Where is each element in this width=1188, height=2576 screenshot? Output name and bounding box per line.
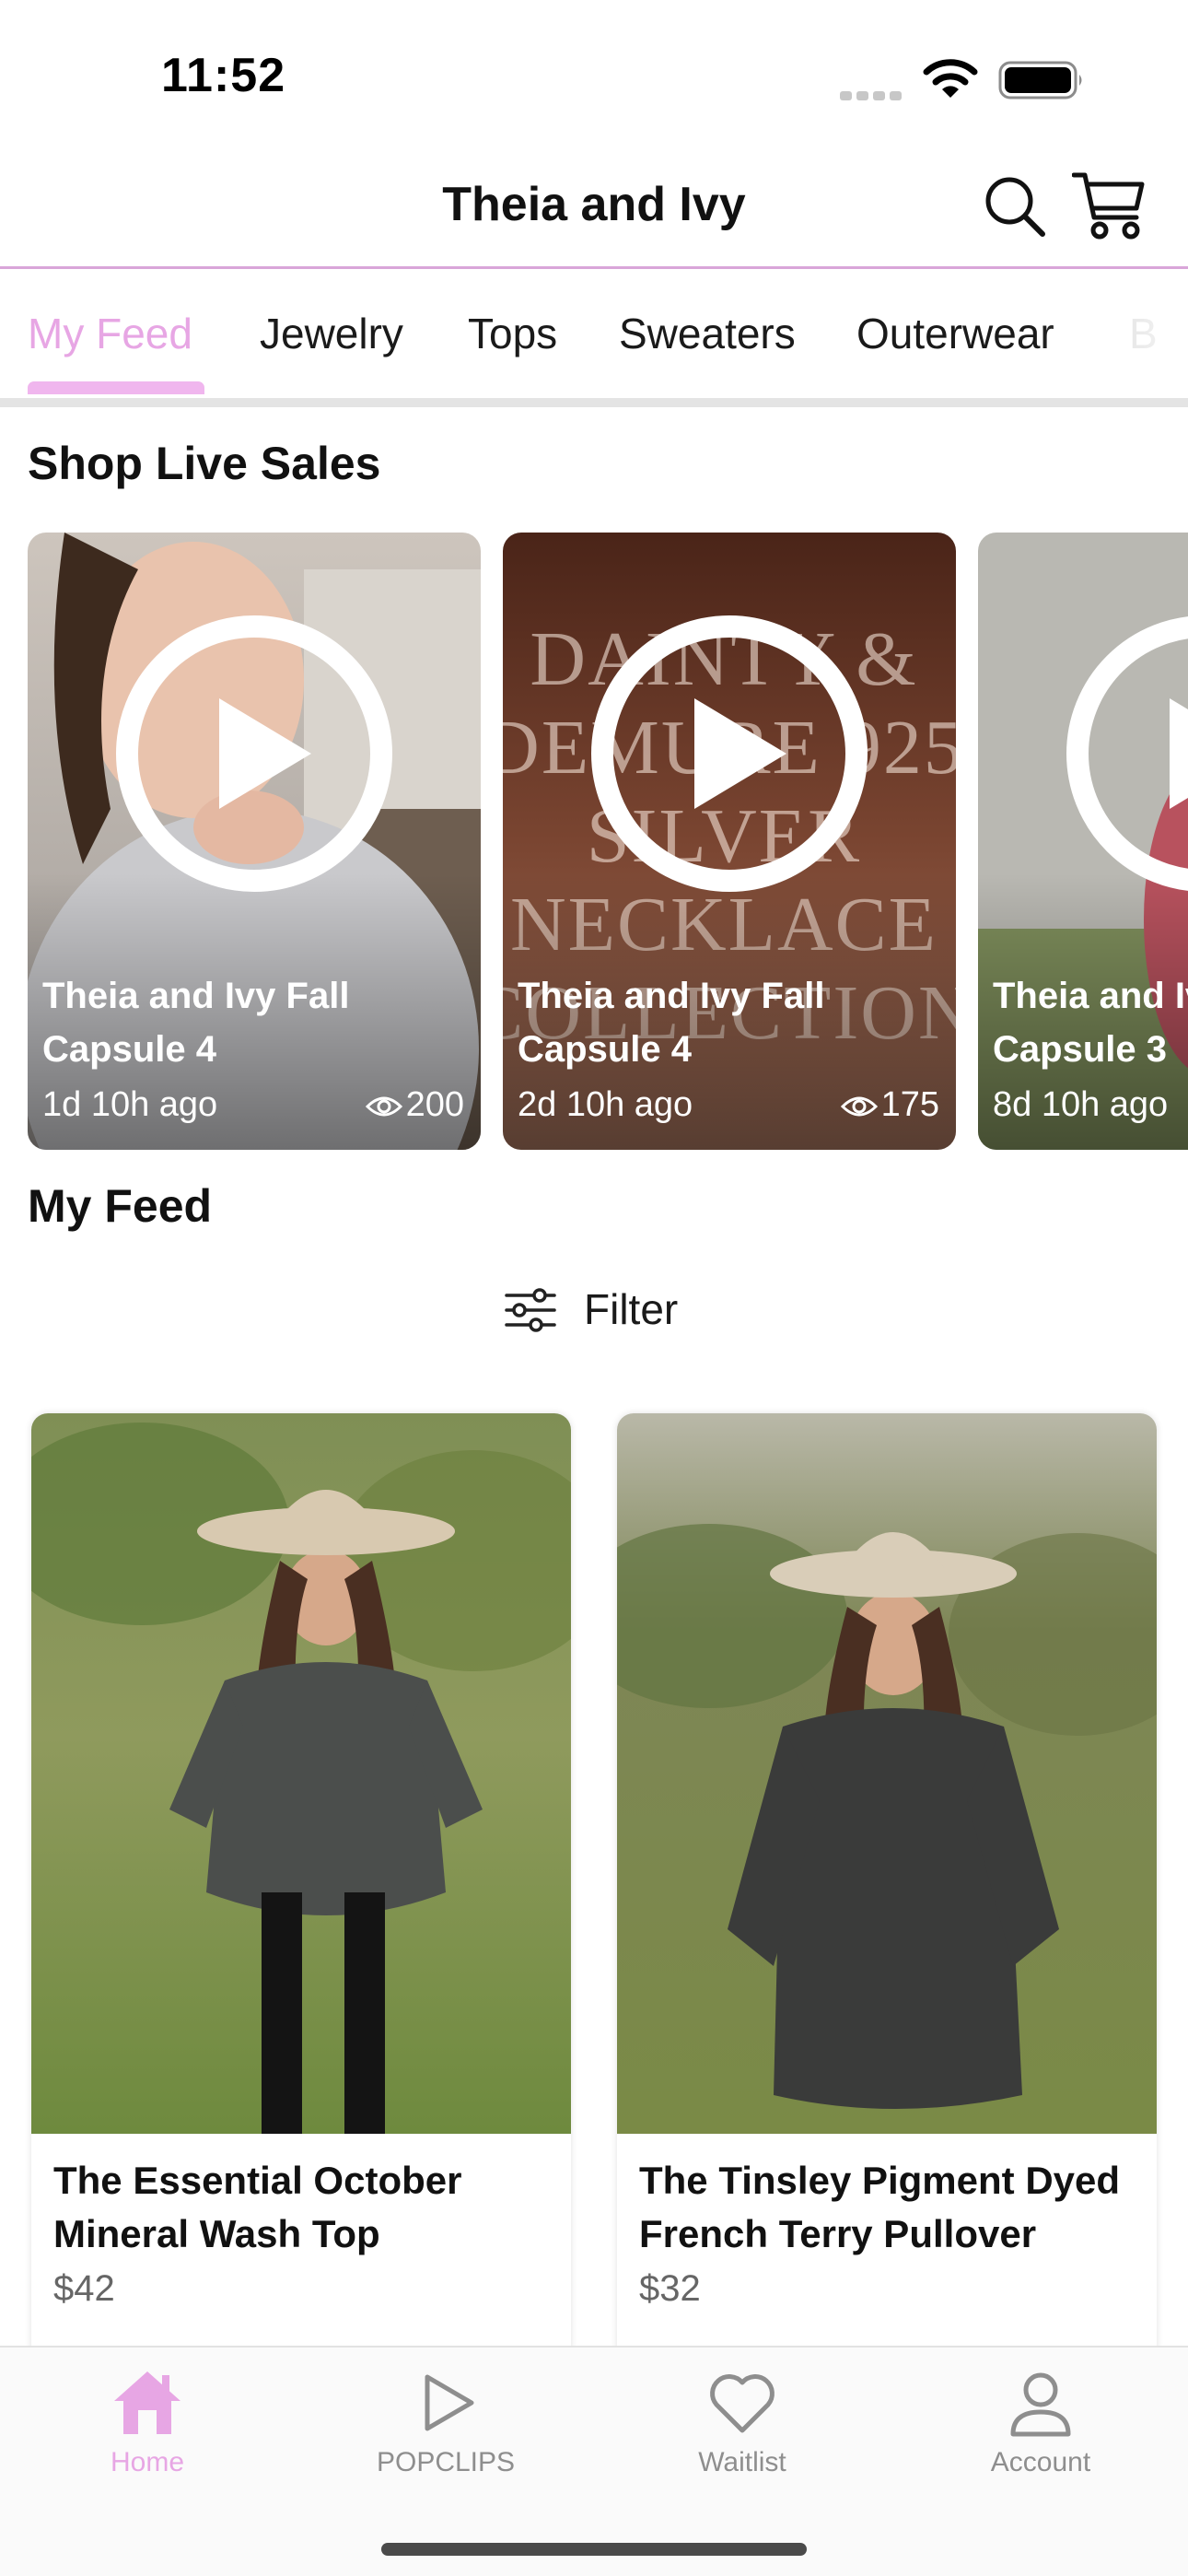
feed-section-title: My Feed (28, 1180, 213, 1232)
live-card-title: Theia and Ivy Fall Capsule 4 (518, 976, 825, 1070)
play-icon[interactable] (591, 615, 868, 892)
nav-label: Waitlist (698, 2447, 786, 2477)
play-icon[interactable] (1066, 615, 1188, 892)
live-card-age: 2d 10h ago (518, 1085, 693, 1124)
nav-waitlist[interactable]: Waitlist (632, 2366, 853, 2478)
product-card[interactable]: The Tinsley Pigment Dyed French Terry Pu… (617, 1413, 1157, 2362)
live-card-age: 1d 10h ago (42, 1085, 218, 1124)
tabs-divider (0, 398, 1188, 407)
play-icon[interactable] (116, 615, 392, 892)
tab-jewelry[interactable]: Jewelry (260, 306, 403, 361)
nav-popclips[interactable]: POPCLIPS (335, 2366, 556, 2478)
product-price: $32 (639, 2268, 701, 2309)
status-time: 11:52 (161, 49, 286, 102)
filter-label: Filter (584, 1285, 679, 1333)
category-tabs: My Feed Jewelry Tops Sweaters Outerwear … (0, 269, 1188, 398)
person-icon (1010, 2372, 1071, 2437)
live-card-view-count: 175 (880, 1085, 939, 1124)
live-sales-carousel[interactable]: Theia and Ivy Fall Capsule 4 1d 10h ago … (0, 533, 1188, 1152)
tab-my-feed[interactable]: My Feed (28, 306, 192, 361)
nav-label: POPCLIPS (376, 2447, 516, 2477)
live-card-title: Theia and Ivy Fall Capsule 4 (42, 976, 350, 1070)
live-card[interactable]: DAINTY & DEMURE 925 SILVER NECKLACE COLL… (503, 533, 956, 1150)
eye-icon (365, 1096, 402, 1117)
nav-home[interactable]: Home (37, 2366, 258, 2478)
product-image (31, 1413, 571, 2134)
tab-sweaters[interactable]: Sweaters (619, 306, 796, 361)
live-card-view-count: 200 (405, 1085, 464, 1124)
play-outline-icon (425, 2374, 474, 2431)
product-name: The Essential October Mineral Wash Top (53, 2159, 462, 2255)
status-bar: 11:52 (0, 0, 1188, 138)
product-image (617, 1413, 1157, 2134)
product-name: The Tinsley Pigment Dyed French Terry Pu… (639, 2159, 1121, 2255)
live-section-title: Shop Live Sales (28, 438, 381, 489)
sliders-icon (505, 1288, 556, 1332)
search-icon[interactable] (984, 175, 1046, 238)
product-card[interactable]: The Essential October Mineral Wash Top $… (31, 1413, 571, 2362)
live-card[interactable]: Theia and Ivy Fall Capsule 4 1d 10h ago … (28, 533, 481, 1150)
tabs-fade (1041, 269, 1188, 389)
live-card-views: 175 (840, 1085, 939, 1125)
wifi-icon (923, 59, 978, 98)
home-indicator[interactable] (381, 2543, 807, 2556)
live-card[interactable]: Theia and Ivy Fall Capsule 3 8d 10h ago (978, 533, 1188, 1150)
nav-label: Home (110, 2447, 185, 2477)
home-icon (114, 2371, 181, 2434)
nav-account[interactable]: Account (930, 2366, 1151, 2478)
cellular-signal-icon (840, 88, 906, 105)
live-card-title: Theia and Ivy Fall Capsule 3 (993, 976, 1188, 1070)
product-price: $42 (53, 2268, 115, 2309)
nav-label: Account (990, 2447, 1091, 2477)
active-tab-indicator (28, 381, 204, 394)
live-card-age: 8d 10h ago (993, 1085, 1169, 1124)
tab-outerwear[interactable]: Outerwear (856, 306, 1054, 361)
heart-icon (710, 2374, 775, 2433)
cart-icon[interactable] (1072, 170, 1146, 241)
tab-tops[interactable]: Tops (468, 306, 557, 361)
bottom-navigation: Home POPCLIPS Waitlist Account (0, 2346, 1188, 2576)
app-header: Theia and Ivy (0, 138, 1188, 269)
battery-icon (998, 61, 1082, 100)
live-card-views: 200 (365, 1085, 464, 1125)
eye-icon (840, 1096, 878, 1117)
